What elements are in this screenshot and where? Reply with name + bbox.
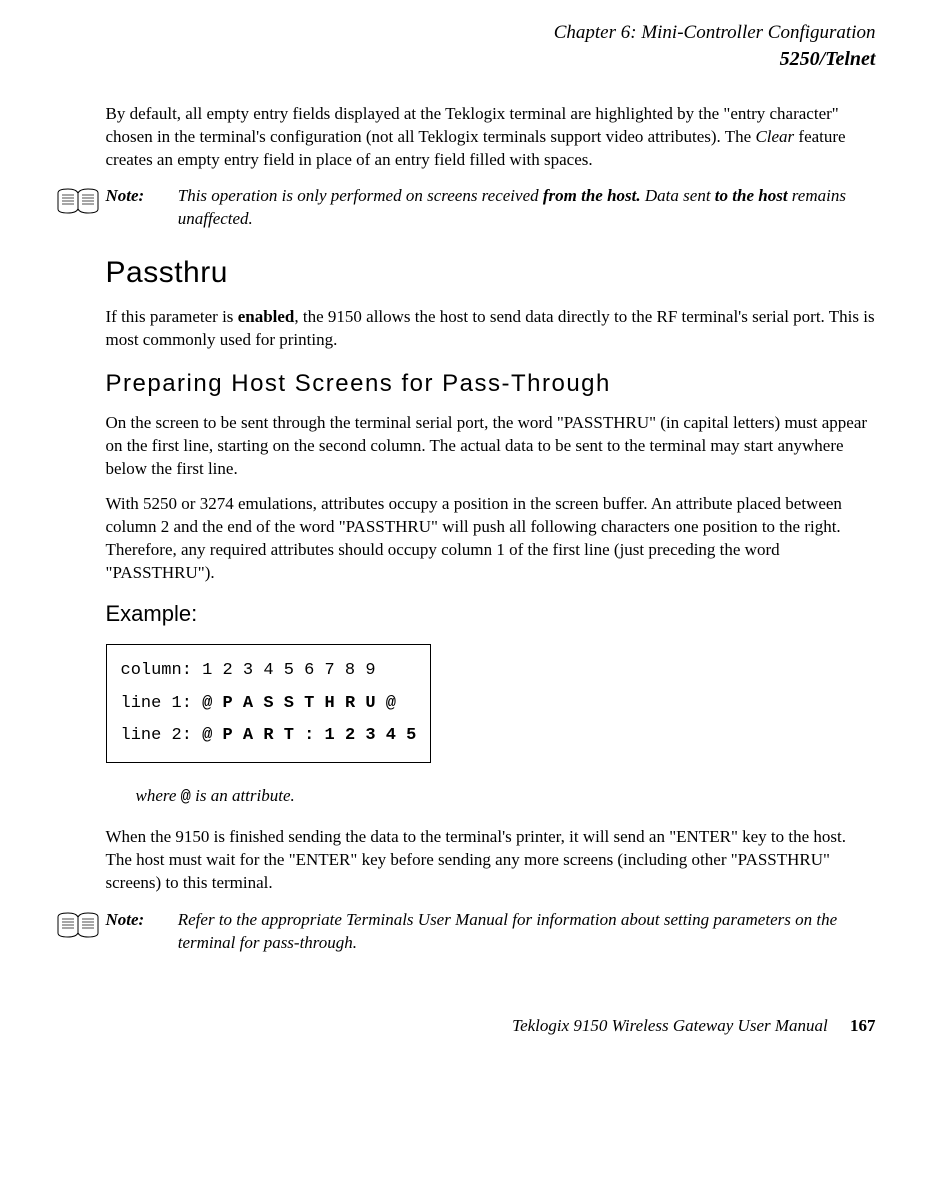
text: By default, all empty entry fields displ… xyxy=(106,104,839,146)
page-header: Chapter 6: Mini-Controller Configuration… xyxy=(56,20,876,73)
prep-paragraph-1: On the screen to be sent through the ter… xyxy=(106,412,876,481)
passthru-paragraph: If this parameter is enabled, the 9150 a… xyxy=(106,306,876,352)
text-bold: from the host. xyxy=(543,186,641,205)
section-label: 5250/Telnet xyxy=(56,46,876,73)
example-code-box: column: 1 2 3 4 5 6 7 8 9 line 1: @ P A … xyxy=(106,644,432,763)
preparing-heading: Preparing Host Screens for Pass-Through xyxy=(106,368,876,400)
book-icon xyxy=(56,911,100,939)
note-label: Note: xyxy=(106,909,174,932)
prep-paragraph-2: With 5250 or 3274 emulations, attributes… xyxy=(106,493,876,585)
note-content: Note: Refer to the appropriate Terminals… xyxy=(106,909,876,955)
where-line: where @ is an attribute. xyxy=(136,785,876,810)
text: line 2: xyxy=(121,726,203,745)
text-bold: @ P A S S T H R U @ xyxy=(202,694,396,713)
body-content: Passthru If this parameter is enabled, t… xyxy=(106,253,876,895)
note-block-2: Note: Refer to the appropriate Terminals… xyxy=(56,909,876,955)
text: Data sent xyxy=(641,186,715,205)
intro-paragraph: By default, all empty entry fields displ… xyxy=(106,103,876,172)
text: where xyxy=(136,786,181,805)
body-content: By default, all empty entry fields displ… xyxy=(106,103,876,172)
example-heading: Example: xyxy=(106,599,876,629)
book-icon xyxy=(56,187,100,215)
note-label: Note: xyxy=(106,185,174,208)
code-line-2: line 1: @ P A S S T H R U @ xyxy=(121,688,417,720)
note-block-1: Note: This operation is only performed o… xyxy=(56,185,876,231)
note-content: Note: This operation is only performed o… xyxy=(106,185,876,231)
note-text: Refer to the appropriate Terminals User … xyxy=(178,909,874,955)
attribute-symbol: @ xyxy=(181,788,191,807)
text: line 1: xyxy=(121,694,203,713)
page-footer: Teklogix 9150 Wireless Gateway User Manu… xyxy=(56,1015,876,1038)
text: If this parameter is xyxy=(106,307,238,326)
text: is an attribute. xyxy=(191,786,295,805)
text-bold: to the host xyxy=(715,186,788,205)
after-paragraph: When the 9150 is finished sending the da… xyxy=(106,826,876,895)
footer-title: Teklogix 9150 Wireless Gateway User Manu… xyxy=(512,1016,828,1035)
text-bold: enabled xyxy=(238,307,295,326)
code-line-1: column: 1 2 3 4 5 6 7 8 9 xyxy=(121,655,417,687)
chapter-label: Chapter 6: Mini-Controller Configuration xyxy=(56,20,876,46)
passthru-heading: Passthru xyxy=(106,253,876,294)
text-bold: @ P A R T : 1 2 3 4 5 xyxy=(202,726,416,745)
clear-feature-name: Clear xyxy=(755,127,794,146)
code-line-3: line 2: @ P A R T : 1 2 3 4 5 xyxy=(121,720,417,752)
text: This operation is only performed on scre… xyxy=(178,186,543,205)
note-text: This operation is only performed on scre… xyxy=(178,185,874,231)
page-number: 167 xyxy=(850,1016,876,1035)
